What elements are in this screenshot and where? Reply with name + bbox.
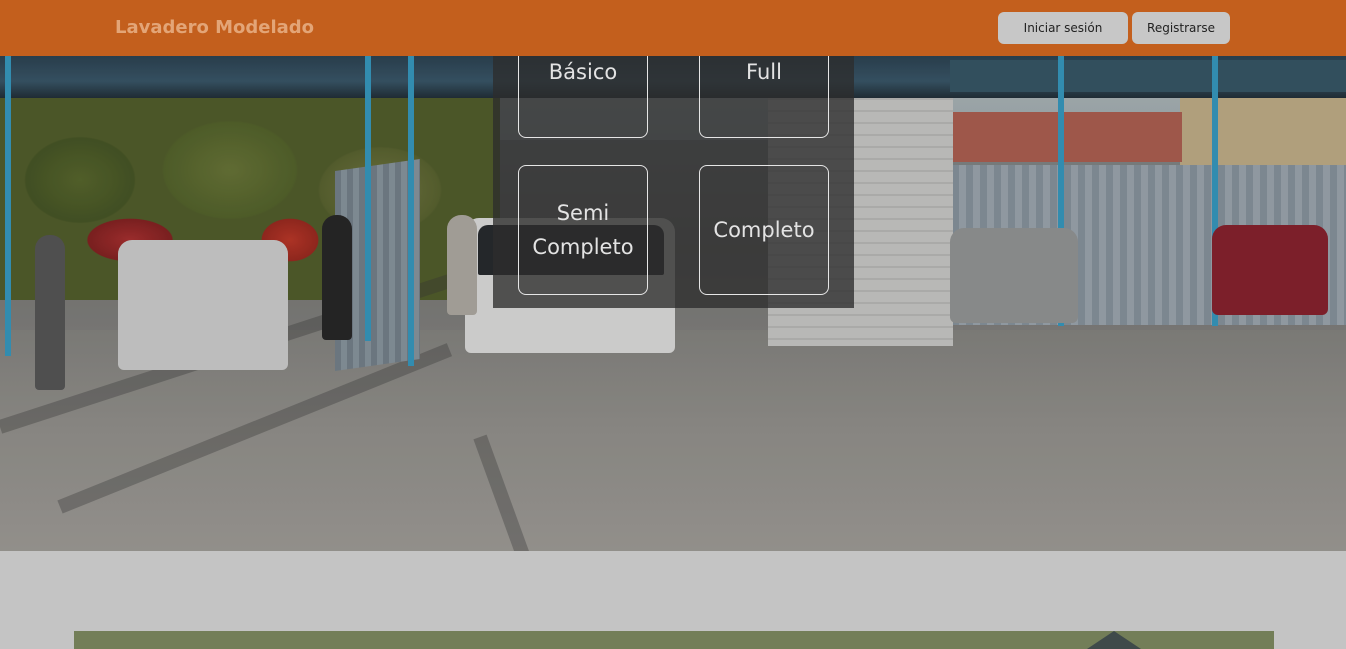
green-banner bbox=[74, 631, 1274, 649]
service-card-completo[interactable]: Completo bbox=[699, 165, 829, 295]
service-card-label: Básico bbox=[548, 60, 618, 84]
navbar: Lavadero Modelado Iniciar sesión Registr… bbox=[0, 0, 1346, 56]
login-button[interactable]: Iniciar sesión bbox=[998, 12, 1128, 44]
service-card-label: Semi Completo bbox=[532, 201, 634, 259]
content-section bbox=[0, 551, 1346, 649]
service-card-semi-completo[interactable]: Semi Completo bbox=[518, 165, 648, 295]
banner-decoration bbox=[1087, 631, 1141, 649]
brand-logo[interactable]: Lavadero Modelado bbox=[115, 17, 314, 38]
service-card-label: Full bbox=[746, 60, 782, 84]
service-card-label: Completo bbox=[713, 218, 815, 242]
services-panel: Básico Full Semi Completo Completo bbox=[493, 8, 854, 308]
register-button[interactable]: Registrarse bbox=[1132, 12, 1230, 44]
